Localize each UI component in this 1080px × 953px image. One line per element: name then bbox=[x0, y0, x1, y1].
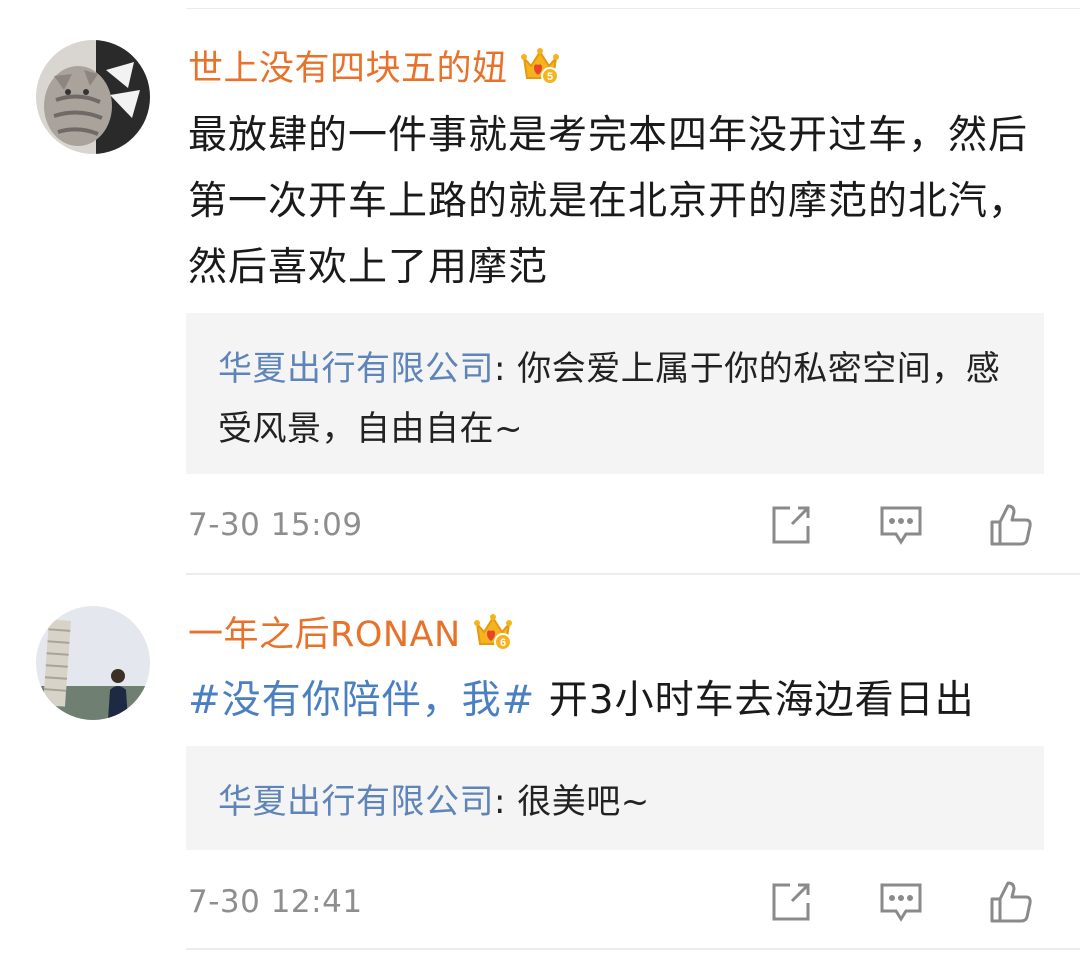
reply-box[interactable]: 华夏出行有限公司: 你会爱上属于你的私密空间，感受风景，自由自在~ bbox=[186, 313, 1044, 474]
avatar[interactable] bbox=[36, 40, 150, 154]
username[interactable]: 世上没有四块五的妞 bbox=[188, 40, 508, 91]
topic-link[interactable]: #没有你陪伴，我# bbox=[188, 678, 535, 723]
like-icon[interactable] bbox=[988, 879, 1034, 925]
reply-separator: : bbox=[494, 349, 518, 389]
avatar[interactable] bbox=[36, 606, 150, 720]
reply-author[interactable]: 华夏出行有限公司 bbox=[218, 782, 494, 822]
username-row: 世上没有四块五的妞 5 bbox=[188, 40, 560, 90]
crown-level-icon[interactable]: 6 bbox=[473, 610, 513, 652]
meta-row: 7-30 15:09 bbox=[188, 500, 1040, 550]
action-bar bbox=[768, 877, 1034, 927]
reply-separator: : bbox=[494, 782, 518, 822]
comment-text: 最放肆的一件事就是考完本四年没开过车，然后第一次开车上路的就是在北京开的摩范的北… bbox=[188, 113, 1029, 290]
reply-author[interactable]: 华夏出行有限公司 bbox=[218, 349, 494, 389]
share-icon[interactable] bbox=[768, 879, 814, 925]
bottom-divider bbox=[186, 948, 1080, 950]
meta-row: 7-30 12:41 bbox=[188, 877, 1040, 927]
svg-text:5: 5 bbox=[546, 71, 552, 83]
timestamp: 7-30 15:09 bbox=[188, 507, 363, 543]
comment-item: 世上没有四块五的妞 5 最放肆的一件事就是考完本四年没开过车，然后第一次开车上路… bbox=[0, 0, 1080, 573]
comment-text: #没有你陪伴，我# 开3小时车去海边看日出 bbox=[188, 668, 1048, 734]
comment-icon[interactable] bbox=[878, 502, 924, 548]
comment-divider bbox=[186, 573, 1080, 575]
action-bar bbox=[768, 500, 1034, 550]
username-row: 一年之后RONAN 6 bbox=[188, 606, 513, 656]
comment-body: 开3小时车去海边看日出 bbox=[535, 678, 975, 723]
comment-item: 一年之后RONAN 6 #没有你陪伴，我# 开3小时车去海边看日出 华夏出行有限… bbox=[0, 576, 1080, 953]
comment-icon[interactable] bbox=[878, 879, 924, 925]
username[interactable]: 一年之后RONAN bbox=[188, 606, 461, 657]
crown-level-icon[interactable]: 5 bbox=[520, 44, 560, 86]
share-icon[interactable] bbox=[768, 502, 814, 548]
reply-box[interactable]: 华夏出行有限公司: 很美吧~ bbox=[186, 746, 1044, 850]
timestamp: 7-30 12:41 bbox=[188, 884, 363, 920]
like-icon[interactable] bbox=[988, 502, 1034, 548]
reply-text: 很美吧~ bbox=[517, 782, 650, 822]
svg-text:6: 6 bbox=[500, 637, 506, 649]
